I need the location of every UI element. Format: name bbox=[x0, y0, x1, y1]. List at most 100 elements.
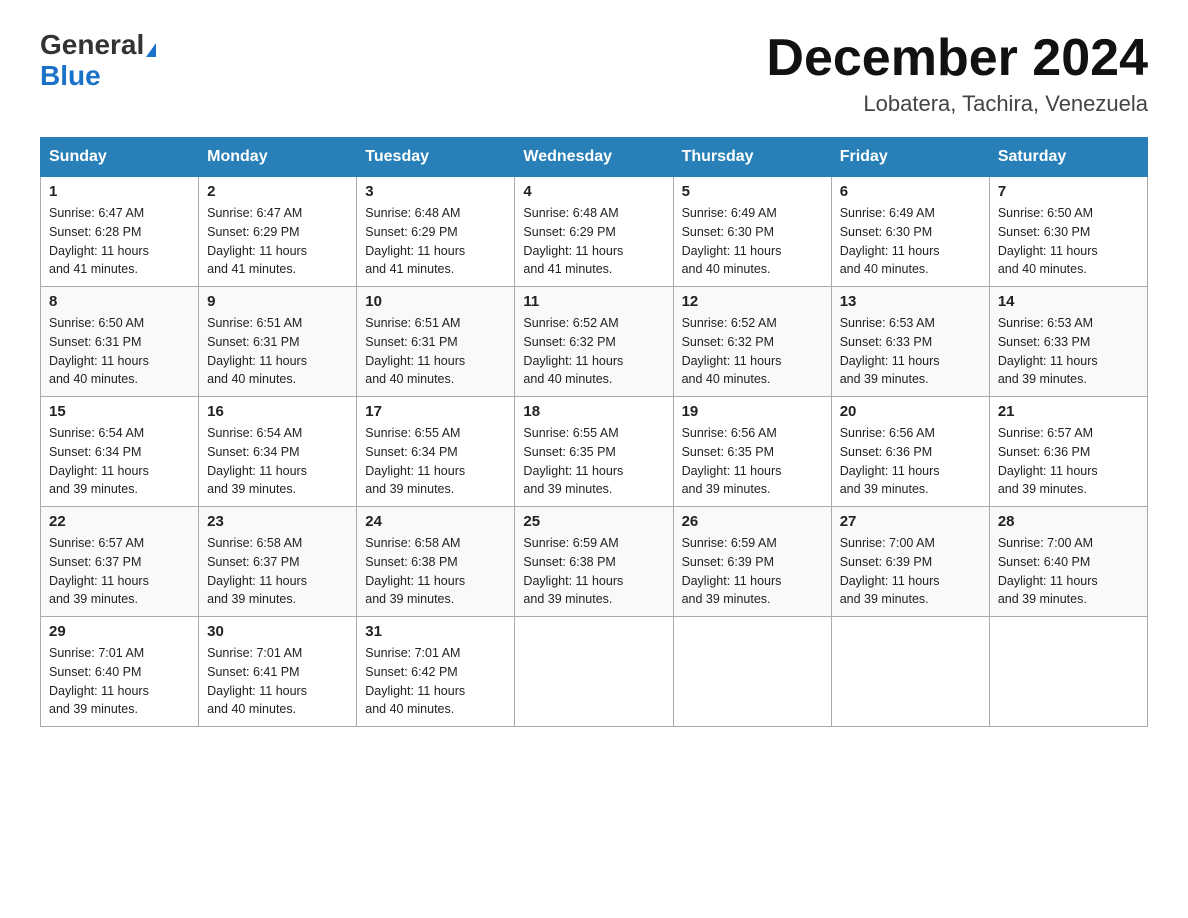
logo: General Blue bbox=[40, 30, 156, 92]
calendar-cell: 17 Sunrise: 6:55 AM Sunset: 6:34 PM Dayl… bbox=[357, 397, 515, 507]
calendar-cell: 2 Sunrise: 6:47 AM Sunset: 6:29 PM Dayli… bbox=[199, 177, 357, 287]
day-number: 30 bbox=[207, 623, 348, 640]
day-number: 7 bbox=[998, 183, 1139, 200]
day-number: 14 bbox=[998, 293, 1139, 310]
day-info: Sunrise: 6:56 AM Sunset: 6:35 PM Dayligh… bbox=[682, 424, 823, 499]
calendar-cell: 25 Sunrise: 6:59 AM Sunset: 6:38 PM Dayl… bbox=[515, 507, 673, 617]
day-info: Sunrise: 6:53 AM Sunset: 6:33 PM Dayligh… bbox=[840, 314, 981, 389]
calendar-cell bbox=[673, 617, 831, 727]
calendar-week-row: 1 Sunrise: 6:47 AM Sunset: 6:28 PM Dayli… bbox=[41, 177, 1148, 287]
day-info: Sunrise: 6:59 AM Sunset: 6:38 PM Dayligh… bbox=[523, 534, 664, 609]
day-number: 27 bbox=[840, 513, 981, 530]
day-info: Sunrise: 6:47 AM Sunset: 6:29 PM Dayligh… bbox=[207, 204, 348, 279]
day-number: 19 bbox=[682, 403, 823, 420]
day-info: Sunrise: 6:52 AM Sunset: 6:32 PM Dayligh… bbox=[682, 314, 823, 389]
calendar-cell bbox=[831, 617, 989, 727]
day-info: Sunrise: 6:57 AM Sunset: 6:37 PM Dayligh… bbox=[49, 534, 190, 609]
day-number: 3 bbox=[365, 183, 506, 200]
calendar-week-row: 8 Sunrise: 6:50 AM Sunset: 6:31 PM Dayli… bbox=[41, 287, 1148, 397]
day-number: 10 bbox=[365, 293, 506, 310]
location-title: Lobatera, Tachira, Venezuela bbox=[766, 91, 1148, 117]
calendar-cell: 14 Sunrise: 6:53 AM Sunset: 6:33 PM Dayl… bbox=[989, 287, 1147, 397]
col-header-sunday: Sunday bbox=[41, 138, 199, 177]
day-info: Sunrise: 6:59 AM Sunset: 6:39 PM Dayligh… bbox=[682, 534, 823, 609]
day-info: Sunrise: 6:58 AM Sunset: 6:37 PM Dayligh… bbox=[207, 534, 348, 609]
day-info: Sunrise: 7:01 AM Sunset: 6:41 PM Dayligh… bbox=[207, 644, 348, 719]
day-info: Sunrise: 6:49 AM Sunset: 6:30 PM Dayligh… bbox=[682, 204, 823, 279]
calendar-cell bbox=[515, 617, 673, 727]
calendar-cell: 6 Sunrise: 6:49 AM Sunset: 6:30 PM Dayli… bbox=[831, 177, 989, 287]
logo-blue-text: Blue bbox=[40, 61, 101, 92]
calendar-cell: 29 Sunrise: 7:01 AM Sunset: 6:40 PM Dayl… bbox=[41, 617, 199, 727]
col-header-wednesday: Wednesday bbox=[515, 138, 673, 177]
day-info: Sunrise: 7:01 AM Sunset: 6:42 PM Dayligh… bbox=[365, 644, 506, 719]
day-info: Sunrise: 6:55 AM Sunset: 6:35 PM Dayligh… bbox=[523, 424, 664, 499]
day-number: 23 bbox=[207, 513, 348, 530]
day-info: Sunrise: 6:51 AM Sunset: 6:31 PM Dayligh… bbox=[207, 314, 348, 389]
calendar-cell: 15 Sunrise: 6:54 AM Sunset: 6:34 PM Dayl… bbox=[41, 397, 199, 507]
calendar-cell: 7 Sunrise: 6:50 AM Sunset: 6:30 PM Dayli… bbox=[989, 177, 1147, 287]
calendar-cell: 4 Sunrise: 6:48 AM Sunset: 6:29 PM Dayli… bbox=[515, 177, 673, 287]
calendar-cell: 1 Sunrise: 6:47 AM Sunset: 6:28 PM Dayli… bbox=[41, 177, 199, 287]
calendar-week-row: 29 Sunrise: 7:01 AM Sunset: 6:40 PM Dayl… bbox=[41, 617, 1148, 727]
calendar-cell: 3 Sunrise: 6:48 AM Sunset: 6:29 PM Dayli… bbox=[357, 177, 515, 287]
calendar-week-row: 15 Sunrise: 6:54 AM Sunset: 6:34 PM Dayl… bbox=[41, 397, 1148, 507]
page-header: General Blue December 2024 Lobatera, Tac… bbox=[40, 30, 1148, 117]
col-header-saturday: Saturday bbox=[989, 138, 1147, 177]
day-info: Sunrise: 6:51 AM Sunset: 6:31 PM Dayligh… bbox=[365, 314, 506, 389]
calendar-cell: 19 Sunrise: 6:56 AM Sunset: 6:35 PM Dayl… bbox=[673, 397, 831, 507]
calendar-cell: 11 Sunrise: 6:52 AM Sunset: 6:32 PM Dayl… bbox=[515, 287, 673, 397]
day-info: Sunrise: 7:00 AM Sunset: 6:40 PM Dayligh… bbox=[998, 534, 1139, 609]
calendar-cell: 31 Sunrise: 7:01 AM Sunset: 6:42 PM Dayl… bbox=[357, 617, 515, 727]
day-number: 26 bbox=[682, 513, 823, 530]
day-info: Sunrise: 6:48 AM Sunset: 6:29 PM Dayligh… bbox=[523, 204, 664, 279]
calendar-cell: 9 Sunrise: 6:51 AM Sunset: 6:31 PM Dayli… bbox=[199, 287, 357, 397]
calendar-cell: 28 Sunrise: 7:00 AM Sunset: 6:40 PM Dayl… bbox=[989, 507, 1147, 617]
day-info: Sunrise: 6:54 AM Sunset: 6:34 PM Dayligh… bbox=[49, 424, 190, 499]
calendar-cell: 10 Sunrise: 6:51 AM Sunset: 6:31 PM Dayl… bbox=[357, 287, 515, 397]
day-number: 28 bbox=[998, 513, 1139, 530]
col-header-tuesday: Tuesday bbox=[357, 138, 515, 177]
day-number: 12 bbox=[682, 293, 823, 310]
day-number: 20 bbox=[840, 403, 981, 420]
day-info: Sunrise: 6:53 AM Sunset: 6:33 PM Dayligh… bbox=[998, 314, 1139, 389]
day-number: 24 bbox=[365, 513, 506, 530]
day-info: Sunrise: 6:52 AM Sunset: 6:32 PM Dayligh… bbox=[523, 314, 664, 389]
day-info: Sunrise: 7:00 AM Sunset: 6:39 PM Dayligh… bbox=[840, 534, 981, 609]
day-number: 21 bbox=[998, 403, 1139, 420]
day-number: 29 bbox=[49, 623, 190, 640]
calendar-cell: 16 Sunrise: 6:54 AM Sunset: 6:34 PM Dayl… bbox=[199, 397, 357, 507]
calendar-cell: 18 Sunrise: 6:55 AM Sunset: 6:35 PM Dayl… bbox=[515, 397, 673, 507]
calendar-cell: 8 Sunrise: 6:50 AM Sunset: 6:31 PM Dayli… bbox=[41, 287, 199, 397]
col-header-thursday: Thursday bbox=[673, 138, 831, 177]
calendar-cell: 24 Sunrise: 6:58 AM Sunset: 6:38 PM Dayl… bbox=[357, 507, 515, 617]
day-number: 17 bbox=[365, 403, 506, 420]
day-info: Sunrise: 6:49 AM Sunset: 6:30 PM Dayligh… bbox=[840, 204, 981, 279]
calendar-header-row: SundayMondayTuesdayWednesdayThursdayFrid… bbox=[41, 138, 1148, 177]
day-number: 1 bbox=[49, 183, 190, 200]
calendar-cell: 5 Sunrise: 6:49 AM Sunset: 6:30 PM Dayli… bbox=[673, 177, 831, 287]
day-number: 13 bbox=[840, 293, 981, 310]
calendar-cell: 21 Sunrise: 6:57 AM Sunset: 6:36 PM Dayl… bbox=[989, 397, 1147, 507]
day-info: Sunrise: 6:50 AM Sunset: 6:30 PM Dayligh… bbox=[998, 204, 1139, 279]
day-number: 8 bbox=[49, 293, 190, 310]
day-number: 25 bbox=[523, 513, 664, 530]
calendar-cell: 13 Sunrise: 6:53 AM Sunset: 6:33 PM Dayl… bbox=[831, 287, 989, 397]
day-number: 22 bbox=[49, 513, 190, 530]
logo-general-line: General bbox=[40, 30, 156, 61]
day-info: Sunrise: 6:47 AM Sunset: 6:28 PM Dayligh… bbox=[49, 204, 190, 279]
calendar-cell: 20 Sunrise: 6:56 AM Sunset: 6:36 PM Dayl… bbox=[831, 397, 989, 507]
calendar-cell: 22 Sunrise: 6:57 AM Sunset: 6:37 PM Dayl… bbox=[41, 507, 199, 617]
day-number: 11 bbox=[523, 293, 664, 310]
day-number: 2 bbox=[207, 183, 348, 200]
day-number: 5 bbox=[682, 183, 823, 200]
logo-triangle-icon bbox=[146, 43, 156, 57]
title-block: December 2024 Lobatera, Tachira, Venezue… bbox=[766, 30, 1148, 117]
calendar-week-row: 22 Sunrise: 6:57 AM Sunset: 6:37 PM Dayl… bbox=[41, 507, 1148, 617]
day-info: Sunrise: 6:55 AM Sunset: 6:34 PM Dayligh… bbox=[365, 424, 506, 499]
calendar-table: SundayMondayTuesdayWednesdayThursdayFrid… bbox=[40, 137, 1148, 727]
calendar-cell: 26 Sunrise: 6:59 AM Sunset: 6:39 PM Dayl… bbox=[673, 507, 831, 617]
day-info: Sunrise: 6:57 AM Sunset: 6:36 PM Dayligh… bbox=[998, 424, 1139, 499]
col-header-friday: Friday bbox=[831, 138, 989, 177]
col-header-monday: Monday bbox=[199, 138, 357, 177]
